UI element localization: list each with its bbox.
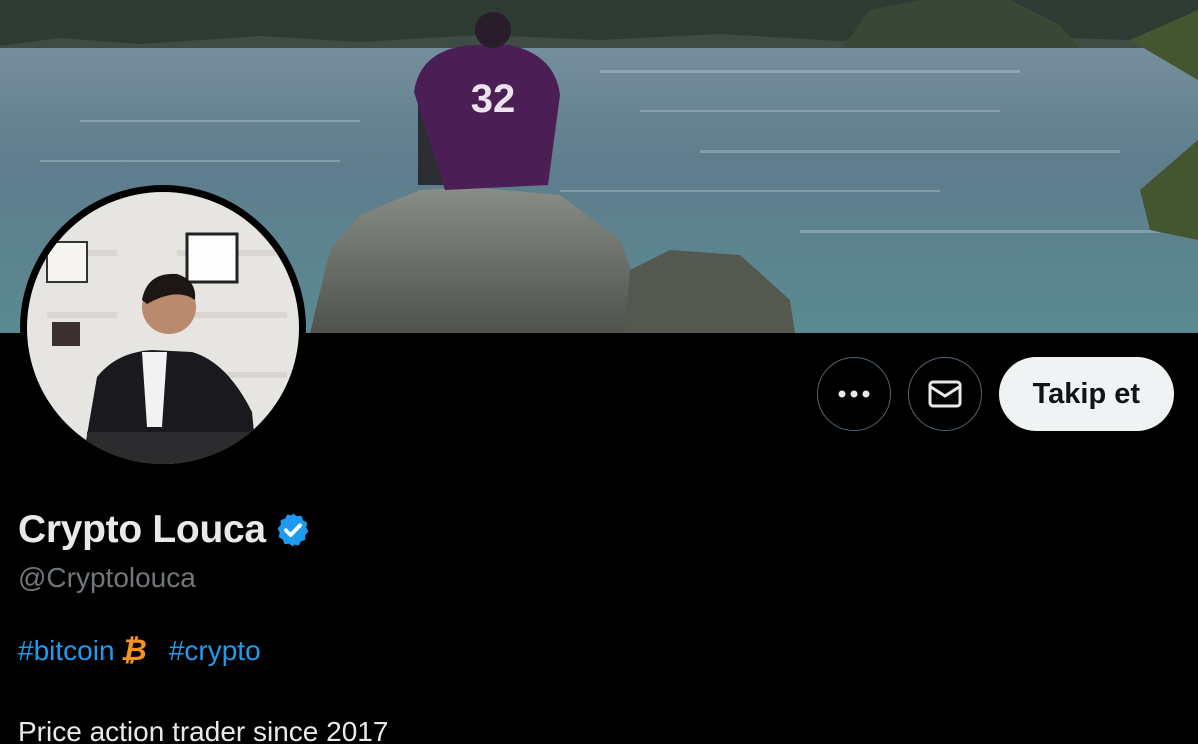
verified-badge-icon[interactable]: [274, 511, 312, 549]
profile-page: 32 Takip et Crypto Louca @Cryptolouca #b…: [0, 0, 1198, 744]
hashtag-crypto[interactable]: #crypto: [169, 635, 261, 667]
profile-actions: Takip et: [816, 357, 1174, 431]
bio-hashtags: #bitcoin ₿ #crypto: [18, 634, 261, 668]
avatar-image: [27, 192, 299, 464]
profile-handle: @Cryptolouca: [18, 562, 196, 593]
name-row: Crypto Louca: [18, 508, 312, 552]
envelope-icon: [928, 380, 962, 408]
profile-bio: Price action trader since 2017: [18, 716, 389, 744]
display-name: Crypto Louca: [18, 508, 266, 551]
more-dots-icon: [838, 390, 870, 398]
follow-button[interactable]: Takip et: [998, 357, 1174, 431]
message-button[interactable]: [907, 357, 982, 431]
hashtag-bitcoin[interactable]: #bitcoin: [18, 635, 115, 667]
bitcoin-icon: ₿: [120, 634, 147, 667]
profile-avatar[interactable]: [20, 185, 306, 471]
more-button[interactable]: [816, 357, 891, 431]
jersey-number: 32: [471, 77, 516, 121]
